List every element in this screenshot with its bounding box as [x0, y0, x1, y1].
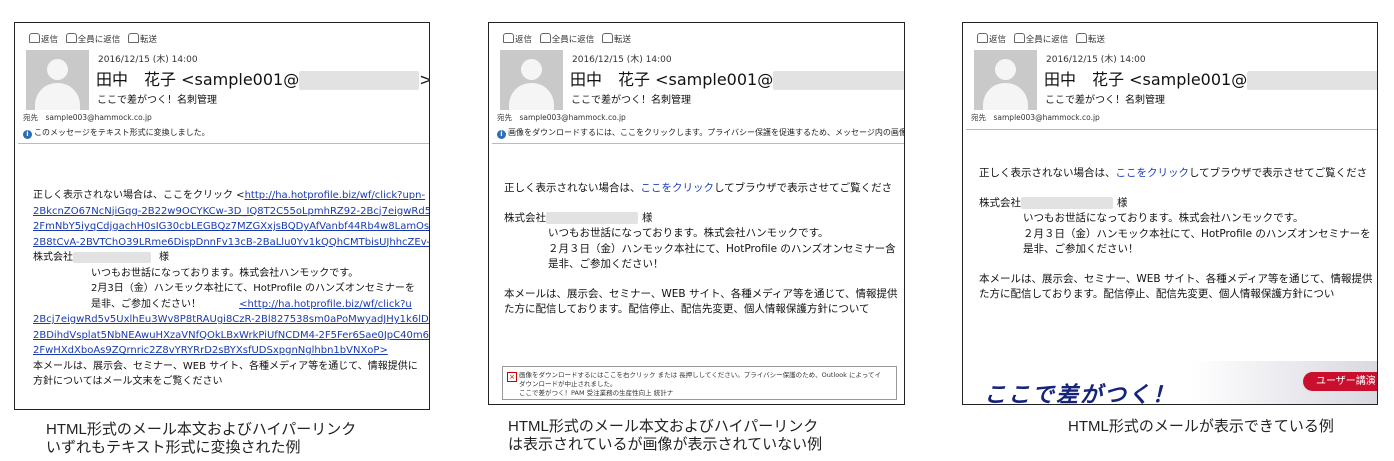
user-talk-button[interactable]: ユーザー講演 — [1303, 372, 1377, 391]
sent-date: 2016/12/15 (木) 14:00 — [1046, 55, 1146, 65]
reply-all-button[interactable]: 全員に返信 — [1013, 33, 1068, 45]
mail-toolbar: 返信 全員に返信 転送 — [977, 33, 1110, 45]
body-line: いつもお世話になっております。株式会社ハンモックです。 — [548, 227, 829, 239]
reply-icon — [977, 33, 988, 43]
body-line: 株式会社様 — [33, 251, 169, 263]
forward-icon — [601, 33, 613, 43]
body-line: 本メールは、展示会、セミナー、WEB サイト、各種メディア等を通じて、情報提供 — [504, 287, 898, 300]
reply-all-button[interactable]: 全員に返信 — [65, 33, 120, 45]
body-link[interactable]: 2FwHXdXboAs9ZQrnric2Z8vYRYRrD2sBYXsfUDSx… — [33, 343, 429, 359]
redacted-address — [773, 71, 904, 90]
body-line: 方針についてはメール文末をご覧ください — [33, 376, 223, 387]
caption-images-blocked: HTML形式のメール本文およびハイパーリンク は表示されているが画像が表示されて… — [508, 418, 823, 453]
recipient: 宛先 sample003@hammock.co.jp — [23, 113, 152, 122]
reply-all-icon — [1013, 33, 1025, 43]
body-line: た方に配信しております。配信停止、配信先変更、個人情報保護方針につい — [979, 288, 1335, 300]
message-body: 正しく表示されない場合は、ここをクリックしてブラウザで表示させてご覧くださ 株式… — [504, 181, 897, 318]
body-link[interactable]: 2Bcj7eigwRd5v5UxlhEu3Wv8P8tRAUgi8CzR-2Bl… — [33, 312, 429, 328]
mail-toolbar: 返信 全員に返信 転送 — [503, 33, 636, 45]
divider — [492, 143, 904, 144]
body-link[interactable]: 2FmNbY5iyqCdjgachH0sIG30cbLEGBQz7MZGXxjs… — [33, 219, 429, 235]
info-icon: i — [497, 130, 506, 139]
avatar — [26, 50, 89, 110]
blocked-image-placeholder[interactable]: × 画像をダウンロードするにはここを右クリック または 長押ししてください。プラ… — [502, 366, 897, 400]
body-link[interactable]: ここをクリック — [641, 182, 715, 194]
body-line: 株式会社様 — [504, 211, 653, 224]
mail-toolbar: 返信 全員に返信 転送 — [29, 33, 162, 45]
forward-icon — [1075, 33, 1087, 43]
sender: 田中 花子 <sample001@> — [1044, 66, 1377, 90]
caption-text-converted: HTML形式のメール本文およびハイパーリンク いずれもテキスト形式に変換された例 — [46, 421, 357, 456]
forward-icon — [127, 33, 139, 43]
body-line: た方に配信しております。配信停止、配信先変更、個人情報保護方針について — [504, 303, 870, 315]
body-link[interactable]: http://ha.hotprofile.biz/wf/click?upn- — [245, 190, 426, 201]
redacted-address — [1247, 71, 1377, 90]
body-link[interactable]: ここをクリック — [1116, 167, 1190, 179]
email-screenshot-text-converted: 返信 全員に返信 転送 2016/12/15 (木) 14:00 田中 花子 <… — [14, 22, 430, 410]
divider — [966, 129, 1377, 130]
body-line: 本メールは、展示会、セミナー、WEB サイト、各種メディア等を通じて、情報提供 — [979, 272, 1373, 285]
reply-button[interactable]: 返信 — [977, 33, 1006, 45]
caption-html-displayed: HTML形式のメールが表示できている例 — [1068, 418, 1334, 435]
body-link[interactable]: 2BDihdVsplat5NbNEAwuHXzaVNfQOkLBxWrkPiUf… — [33, 328, 429, 344]
broken-image-icon: × — [507, 372, 517, 382]
reply-button[interactable]: 返信 — [503, 33, 532, 45]
body-line: 正しく表示されない場合は、ここをクリック <http://ha.hotprofi… — [33, 190, 426, 201]
message-body: 正しく表示されない場合は、ここをクリックしてブラウザで表示させてご覧くださ 株式… — [979, 166, 1372, 303]
reply-icon — [503, 33, 514, 43]
body-line: いつもお世話になっております。株式会社ハンモックです。 — [91, 267, 359, 279]
body-line: 是非、ご参加ください！ <http://ha.hotprofile.biz/wf… — [91, 298, 412, 310]
sent-date: 2016/12/15 (木) 14:00 — [98, 55, 198, 65]
body-link[interactable]: 2BkcnZO67NcNjiGqg-2B22w9OCYKCw-3D_IQ8T2C… — [33, 204, 429, 220]
subject: ここで差がつく！名刺管理 — [1045, 95, 1165, 106]
body-line: 2月3日（金）ハンモック本社にて、HotProfile のハンズオンセミナーを — [91, 283, 415, 294]
reply-icon — [29, 33, 40, 43]
body-line: ２月３日（金）ハンモック本社にて、HotProfile のハンズオンセミナーを — [1023, 227, 1371, 240]
reply-all-icon — [539, 33, 551, 43]
reply-all-button[interactable]: 全員に返信 — [539, 33, 594, 45]
body-link[interactable]: 2B8tCvA-2BVTChO39LRme6DispDnnFv13cB-2BaL… — [33, 235, 429, 251]
divider — [18, 143, 429, 144]
forward-button[interactable]: 転送 — [1075, 33, 1105, 45]
body-line: 本メールは、展示会、セミナー、WEB サイト、各種メディア等を通じて、情報提供に — [33, 360, 418, 372]
recipient: 宛先 sample003@hammock.co.jp — [497, 113, 626, 122]
image-download-bar[interactable]: i 画像をダウンロードするには、ここをクリックします。プライバシー保護を促進するた… — [497, 127, 904, 139]
body-line: 株式会社様 — [979, 196, 1128, 209]
forward-button[interactable]: 転送 — [127, 33, 157, 45]
body-link[interactable]: <http://ha.hotprofile.biz/wf/click?u — [239, 299, 412, 310]
email-screenshot-html-displayed: 返信 全員に返信 転送 2016/12/15 (木) 14:00 田中 花子 <… — [962, 22, 1378, 405]
sent-date: 2016/12/15 (木) 14:00 — [572, 55, 672, 65]
email-screenshot-images-blocked: 返信 全員に返信 転送 2016/12/15 (木) 14:00 田中 花子 <… — [488, 22, 905, 405]
body-line: 是非、ご参加ください！ — [1023, 243, 1139, 255]
message-body: 正しく表示されない場合は、ここをクリック <http://ha.hotprofi… — [33, 188, 429, 390]
body-line: 是非、ご参加ください！ — [548, 258, 664, 270]
sender: 田中 花子 <sample001@> — [96, 66, 429, 90]
redacted-address — [299, 71, 420, 90]
subject: ここで差がつく！名刺管理 — [97, 95, 217, 106]
recipient: 宛先 sample003@hammock.co.jp — [971, 113, 1100, 122]
sender: 田中 花子 <sample001@> — [570, 66, 904, 90]
body-line: 正しく表示されない場合は、ここをクリックしてブラウザで表示させてご覧くださ — [504, 182, 893, 194]
avatar — [974, 50, 1037, 110]
banner-headline: ここで差がつく！ — [984, 383, 1177, 405]
body-line: ２月３日（金）ハンモック本社にて、HotProfile のハンズオンセミナー含 — [548, 242, 896, 255]
info-bar: i このメッセージをテキスト形式に変換しました。 — [23, 127, 210, 139]
subject: ここで差がつく！名刺管理 — [571, 95, 691, 106]
body-line: 正しく表示されない場合は、ここをクリックしてブラウザで表示させてご覧くださ — [979, 167, 1368, 179]
reply-button[interactable]: 返信 — [29, 33, 58, 45]
forward-button[interactable]: 転送 — [601, 33, 631, 45]
body-line: いつもお世話になっております。株式会社ハンモックです。 — [1023, 212, 1304, 224]
avatar — [500, 50, 563, 110]
reply-all-icon — [65, 33, 77, 43]
info-icon: i — [23, 130, 32, 139]
